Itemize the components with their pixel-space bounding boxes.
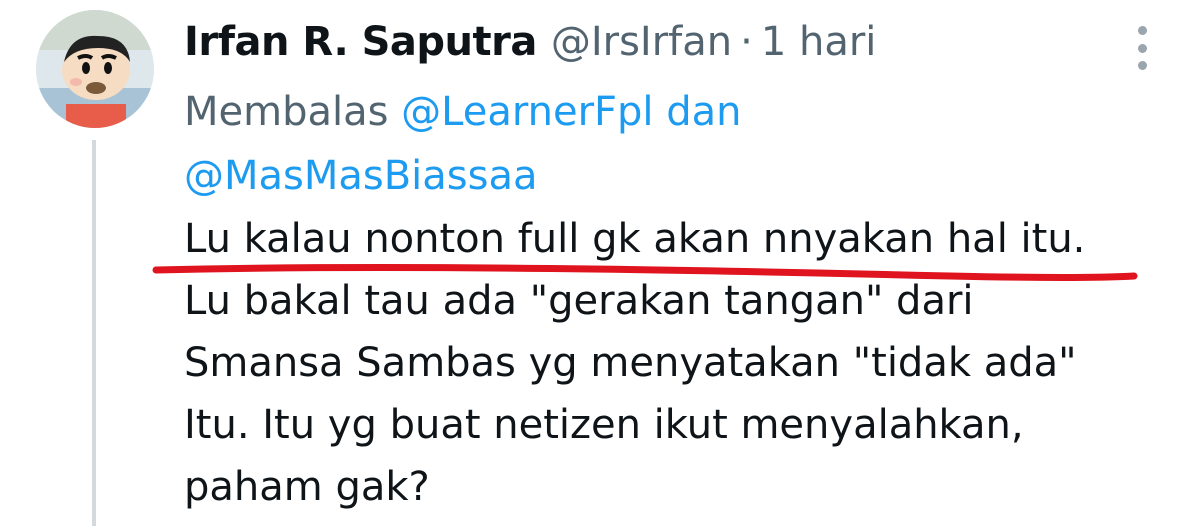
tweet-header: Irfan R. Saputra @IrsIrfan · 1 hari [184, 14, 876, 70]
author-handle[interactable]: @IrsIrfan [551, 14, 732, 70]
reply-joiner: dan [666, 89, 742, 135]
header-separator: · [740, 19, 753, 65]
avatar-image [36, 10, 154, 128]
tweet-body: Lu kalau nonton full gk akan nnyakan hal… [184, 208, 1174, 518]
more-vertical-icon[interactable] [1122, 22, 1162, 74]
tweet-text-line: Lu bakal tau ada "gerakan tangan" dari [184, 278, 974, 324]
tweet-text-line: Smansa Sambas yg menyatakan "tidak ada" [184, 340, 1077, 386]
reply-mention-learnerfpl[interactable]: @LearnerFpl [401, 89, 653, 135]
tweet-text-line: paham gak? [184, 464, 430, 510]
more-dot [1137, 26, 1147, 35]
tweet-text-line: Lu kalau nonton full gk akan nnyakan hal… [184, 216, 1086, 262]
more-dot [1137, 43, 1147, 53]
tweet-text-line: Itu. Itu yg buat netizen ikut menyalahka… [184, 402, 1024, 448]
timestamp[interactable]: 1 hari [761, 14, 877, 70]
reply-mention-masmasbiassaa[interactable]: @MasMasBiassaa [184, 153, 538, 199]
replying-to: Membalas @LearnerFpl dan @MasMasBiassaa [184, 80, 1084, 208]
reply-prefix: Membalas [184, 89, 389, 135]
avatar[interactable] [36, 10, 154, 128]
more-dot [1137, 61, 1147, 70]
author-name[interactable]: Irfan R. Saputra [184, 14, 537, 70]
thread-connector-line [92, 140, 96, 526]
